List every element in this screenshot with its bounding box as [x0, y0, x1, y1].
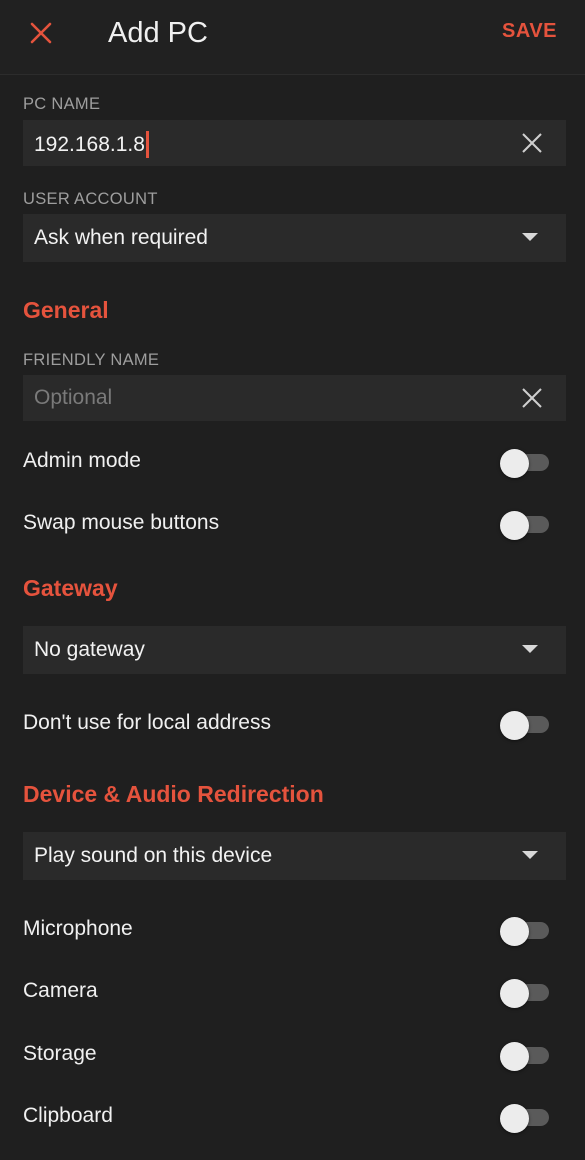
- admin-mode-label: Admin mode: [23, 449, 141, 472]
- chevron-down-icon: [522, 851, 538, 859]
- camera-row: Camera: [0, 967, 585, 1017]
- camera-toggle[interactable]: [500, 979, 550, 1008]
- pc-name-label: PC NAME: [23, 95, 101, 113]
- clipboard-label: Clipboard: [23, 1104, 113, 1127]
- gateway-selected: No gateway: [34, 638, 145, 661]
- section-general-header: General: [23, 297, 109, 323]
- toggle-thumb: [500, 979, 529, 1008]
- local-address-toggle[interactable]: [500, 711, 550, 740]
- toggle-thumb: [500, 1042, 529, 1071]
- storage-label: Storage: [23, 1042, 97, 1065]
- toggle-thumb: [500, 917, 529, 946]
- sound-selected: Play sound on this device: [34, 844, 273, 867]
- page-title: Add PC: [108, 17, 208, 49]
- clipboard-toggle[interactable]: [500, 1104, 550, 1133]
- section-redirection-header: Device & Audio Redirection: [23, 781, 324, 807]
- friendly-name-field[interactable]: Optional: [23, 375, 566, 421]
- camera-label: Camera: [23, 979, 98, 1002]
- clear-icon[interactable]: [520, 386, 544, 410]
- close-icon: [30, 22, 52, 44]
- swap-mouse-row: Swap mouse buttons: [0, 499, 585, 549]
- sound-dropdown[interactable]: Play sound on this device: [23, 832, 566, 880]
- toggle-thumb: [500, 449, 529, 478]
- toggle-thumb: [500, 511, 529, 540]
- local-address-label: Don't use for local address: [23, 711, 271, 734]
- swap-mouse-toggle[interactable]: [500, 511, 550, 540]
- friendly-name-label: FRIENDLY NAME: [23, 351, 160, 369]
- close-button[interactable]: [22, 14, 60, 52]
- friendly-name-placeholder: Optional: [34, 386, 113, 409]
- microphone-label: Microphone: [23, 917, 133, 940]
- local-address-row: Don't use for local address: [0, 699, 585, 749]
- toggle-thumb: [500, 1104, 529, 1133]
- top-app-bar: Add PC SAVE: [0, 0, 585, 75]
- microphone-row: Microphone: [0, 905, 585, 955]
- microphone-toggle[interactable]: [500, 917, 550, 946]
- admin-mode-row: Admin mode: [0, 437, 585, 487]
- user-account-dropdown[interactable]: Ask when required: [23, 214, 566, 262]
- toggle-thumb: [500, 711, 529, 740]
- swap-mouse-label: Swap mouse buttons: [23, 511, 220, 534]
- pc-name-field[interactable]: 192.168.1.8: [23, 120, 566, 166]
- storage-row: Storage: [0, 1030, 585, 1080]
- chevron-down-icon: [522, 233, 538, 241]
- gateway-dropdown[interactable]: No gateway: [23, 626, 566, 674]
- save-button[interactable]: SAVE: [502, 20, 557, 43]
- clipboard-row: Clipboard: [0, 1092, 585, 1142]
- clear-icon[interactable]: [520, 131, 544, 155]
- text-cursor: [145, 131, 149, 158]
- user-account-selected: Ask when required: [34, 226, 208, 249]
- section-gateway-header: Gateway: [23, 575, 118, 601]
- chevron-down-icon: [522, 645, 538, 653]
- admin-mode-toggle[interactable]: [500, 449, 550, 478]
- storage-toggle[interactable]: [500, 1042, 550, 1071]
- pc-name-value: 192.168.1.8: [34, 132, 145, 156]
- user-account-label: USER ACCOUNT: [23, 190, 158, 208]
